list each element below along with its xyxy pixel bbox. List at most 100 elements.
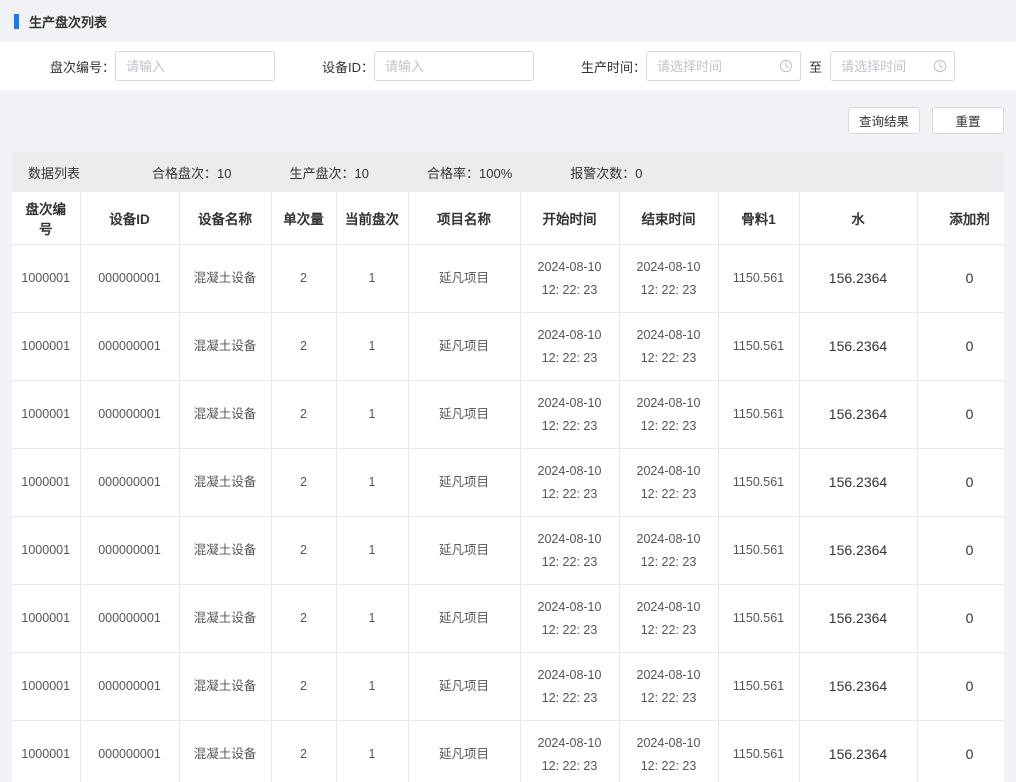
- table-cell: 000000001: [80, 653, 179, 721]
- stats-bar: 数据列表 合格盘次：10 生产盘次：10 合格率：100% 报警次数：0: [12, 152, 1004, 192]
- stat-value: 10: [217, 166, 231, 181]
- table-cell: 156.2364: [799, 313, 917, 381]
- batch-no-label: 盘次编号：: [50, 57, 115, 76]
- table-cell: 2: [271, 721, 336, 782]
- table-cell: 1000001: [12, 721, 80, 782]
- table-cell: 156.2364: [799, 245, 917, 313]
- table-cell: 延凡项目: [408, 313, 520, 381]
- table-cell: 1: [336, 585, 408, 653]
- table-row: 1000001000000001混凝土设备21延凡项目2024-08-10 12…: [12, 585, 1004, 653]
- page-title: 生产盘次列表: [29, 12, 107, 31]
- table-cell: 1: [336, 381, 408, 449]
- table-cell: 156.2364: [799, 381, 917, 449]
- table-cell: 156.2364: [799, 721, 917, 782]
- table-scroller[interactable]: 盘次编号设备ID设备名称单次量当前盘次项目名称开始时间结束时间骨料1水添加剂 1…: [12, 192, 1004, 782]
- table-cell: 2: [271, 245, 336, 313]
- query-button[interactable]: 查询结果: [848, 107, 920, 134]
- table-cell: 2024-08-10 12: 22: 23: [619, 517, 718, 585]
- table-cell: 1150.561: [718, 721, 799, 782]
- table-cell: 156.2364: [799, 653, 917, 721]
- table-cell: 1000001: [12, 381, 80, 449]
- start-time-input[interactable]: [646, 51, 801, 81]
- content-card: 数据列表 合格盘次：10 生产盘次：10 合格率：100% 报警次数：0 盘次编…: [12, 152, 1004, 782]
- start-time-picker[interactable]: [646, 51, 801, 81]
- table-cell: 1: [336, 245, 408, 313]
- filter-production-time: 生产时间： 至: [581, 51, 955, 81]
- filter-batch-no: 盘次编号：: [50, 51, 275, 81]
- column-header: 项目名称: [408, 192, 520, 245]
- table-cell: 1150.561: [718, 585, 799, 653]
- column-header: 骨料1: [718, 192, 799, 245]
- column-header: 添加剂: [917, 192, 1004, 245]
- table-cell: 延凡项目: [408, 449, 520, 517]
- batch-no-input[interactable]: [115, 51, 275, 81]
- reset-button[interactable]: 重置: [932, 107, 1004, 134]
- table-cell: 混凝土设备: [179, 449, 271, 517]
- table-cell: 2: [271, 517, 336, 585]
- table-body: 1000001000000001混凝土设备21延凡项目2024-08-10 12…: [12, 245, 1004, 782]
- table-cell: 0: [917, 245, 1004, 313]
- table-cell: 1: [336, 721, 408, 782]
- table-header-row: 盘次编号设备ID设备名称单次量当前盘次项目名称开始时间结束时间骨料1水添加剂: [12, 192, 1004, 245]
- table-cell: 2: [271, 585, 336, 653]
- table-cell: 延凡项目: [408, 381, 520, 449]
- table-row: 1000001000000001混凝土设备21延凡项目2024-08-10 12…: [12, 245, 1004, 313]
- table-cell: 156.2364: [799, 517, 917, 585]
- table-cell: 1000001: [12, 313, 80, 381]
- table-cell: 2024-08-10 12: 22: 23: [520, 653, 619, 721]
- time-range-separator: 至: [809, 57, 822, 76]
- filter-panel: 盘次编号： 设备ID： 生产时间： 至: [0, 42, 1016, 90]
- filter-device-id: 设备ID：: [322, 51, 534, 81]
- stat-value: 10: [355, 166, 369, 181]
- table-cell: 延凡项目: [408, 721, 520, 782]
- stat-alarm-count: 报警次数：0: [570, 163, 642, 182]
- table-cell: 000000001: [80, 585, 179, 653]
- column-header: 盘次编号: [12, 192, 80, 245]
- table-cell: 1150.561: [718, 653, 799, 721]
- table-row: 1000001000000001混凝土设备21延凡项目 2024-08-10 12…: [12, 721, 1004, 782]
- table-cell: 2024-08-10 12: 22: 23: [520, 245, 619, 313]
- table-cell: 2024-08-10 12: 22: 23: [619, 721, 718, 782]
- end-time-picker[interactable]: [830, 51, 955, 81]
- table-cell: 1000001: [12, 517, 80, 585]
- table-row: 1000001000000001混凝土设备21延凡项目2024-08-10 12…: [12, 517, 1004, 585]
- table-cell: 2024-08-10 12: 22: 23: [619, 653, 718, 721]
- table-cell: 2024-08-10 12: 22: 23: [520, 381, 619, 449]
- table-cell: 延凡项目: [408, 653, 520, 721]
- table-cell: 延凡项目: [408, 245, 520, 313]
- table-cell: 延凡项目: [408, 517, 520, 585]
- table-cell: 000000001: [80, 313, 179, 381]
- table-cell: 0: [917, 381, 1004, 449]
- table-cell: 1150.561: [718, 449, 799, 517]
- table-cell: 2024-08-10 12: 22: 23: [520, 585, 619, 653]
- end-time-input[interactable]: [830, 51, 955, 81]
- title-accent-bar: [14, 14, 19, 29]
- table-cell: 2024-08-10 12: 22: 23: [619, 381, 718, 449]
- table-cell: 混凝土设备: [179, 517, 271, 585]
- table-cell: 0: [917, 585, 1004, 653]
- table-cell: 1150.561: [718, 313, 799, 381]
- table-cell: 156.2364: [799, 585, 917, 653]
- device-id-input[interactable]: [374, 51, 534, 81]
- table-cell: 1000001: [12, 585, 80, 653]
- table-cell: 混凝土设备: [179, 653, 271, 721]
- stat-value: 100%: [479, 166, 512, 181]
- production-time-label: 生产时间：: [581, 57, 646, 76]
- column-header: 结束时间: [619, 192, 718, 245]
- table-cell: 混凝土设备: [179, 585, 271, 653]
- table-cell: 2: [271, 313, 336, 381]
- table-cell: 2: [271, 381, 336, 449]
- table-cell: 0: [917, 517, 1004, 585]
- table-cell: 延凡项目: [408, 585, 520, 653]
- table-cell: 000000001: [80, 721, 179, 782]
- device-id-label: 设备ID：: [322, 57, 374, 76]
- column-header: 单次量: [271, 192, 336, 245]
- table-row: 1000001000000001混凝土设备21延凡项目2024-08-10 12…: [12, 449, 1004, 517]
- table-cell: 000000001: [80, 517, 179, 585]
- stat-value: 0: [635, 166, 642, 181]
- table-cell: 1: [336, 653, 408, 721]
- page-header: 生产盘次列表: [0, 0, 1016, 42]
- table-cell: 000000001: [80, 449, 179, 517]
- column-header: 设备ID: [80, 192, 179, 245]
- table-cell: 混凝土设备: [179, 721, 271, 782]
